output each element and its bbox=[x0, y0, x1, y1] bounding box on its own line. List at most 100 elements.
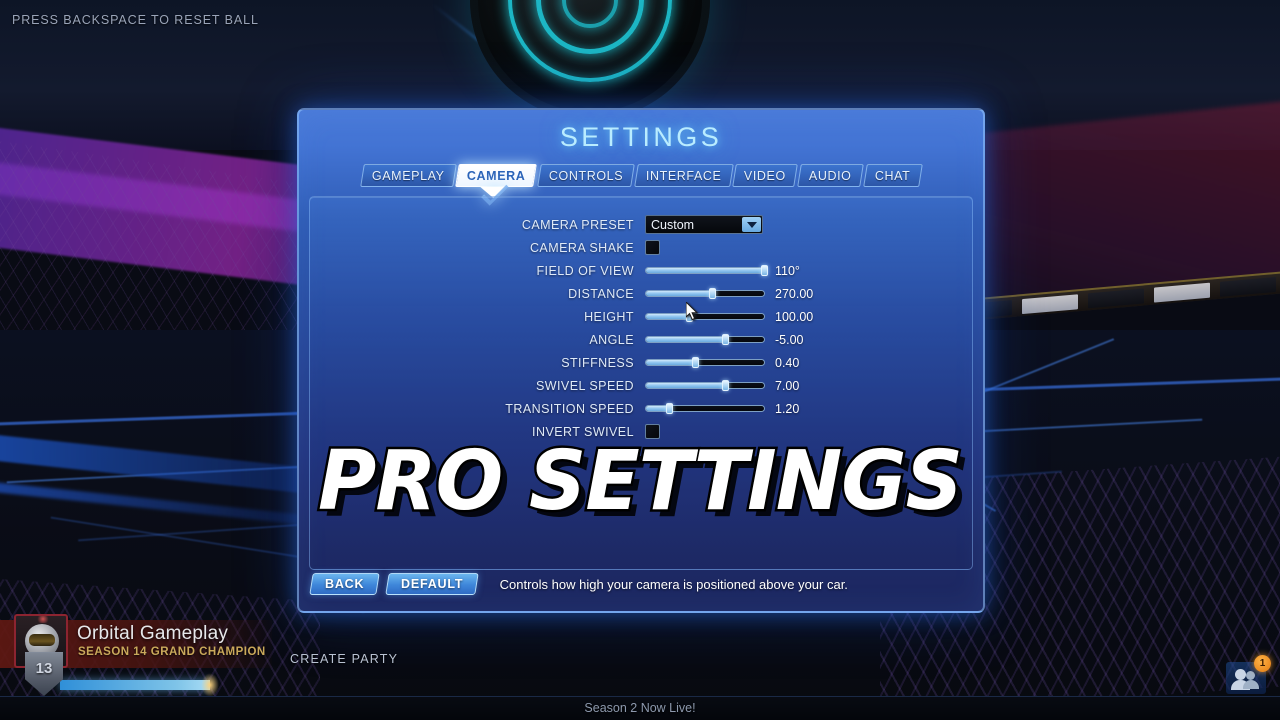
setting-control bbox=[645, 240, 660, 255]
slider-track bbox=[645, 405, 765, 412]
slider-handle[interactable] bbox=[686, 311, 694, 322]
default-button[interactable]: DEFAULT bbox=[385, 573, 480, 595]
setting-control: 110° bbox=[645, 264, 825, 278]
setting-label: FIELD OF VIEW bbox=[536, 263, 634, 278]
slider-value: 100.00 bbox=[775, 309, 814, 324]
setting-control: 1.20 bbox=[645, 402, 825, 416]
tab-label: CONTROLS bbox=[548, 168, 623, 183]
slider-fill bbox=[646, 291, 713, 296]
tab-label: AUDIO bbox=[809, 168, 852, 183]
settings-rows: CAMERA PRESET Custom CAMERA SHAKE FIELD OF … bbox=[310, 213, 972, 443]
slider-handle[interactable] bbox=[760, 265, 768, 276]
slider-value: -5.00 bbox=[775, 332, 804, 347]
tab-label: GAMEPLAY bbox=[371, 168, 445, 183]
setting-label: CAMERA PRESET bbox=[521, 217, 634, 232]
slider-distance[interactable] bbox=[645, 288, 765, 299]
slider-handle[interactable] bbox=[722, 380, 730, 391]
slider-swivel-speed[interactable] bbox=[645, 380, 765, 391]
friends-button[interactable]: 1 bbox=[1226, 655, 1271, 694]
setting-label: DISTANCE bbox=[568, 286, 634, 301]
setting-control: -5.00 bbox=[645, 333, 825, 347]
setting-description: Controls how high your camera is positio… bbox=[499, 576, 848, 592]
setting-row: FIELD OF VIEW 110° bbox=[310, 259, 972, 282]
tab-camera[interactable]: CAMERA bbox=[455, 164, 538, 198]
back-button[interactable]: BACK bbox=[309, 573, 381, 595]
setting-row: SWIVEL SPEED 7.00 bbox=[310, 374, 972, 397]
tab-label: VIDEO bbox=[744, 168, 787, 183]
player-name: Orbital Gameplay bbox=[77, 623, 229, 644]
settings-tabs: GAMEPLAY CAMERA CONTROLS INTERFACE VIDEO AUDI… bbox=[299, 164, 983, 198]
setting-row: ANGLE -5.00 bbox=[310, 328, 972, 351]
back-button-label: BACK bbox=[325, 577, 365, 591]
slider-track bbox=[645, 267, 765, 274]
season-status-text: Season 2 Now Live! bbox=[584, 701, 696, 715]
slider-track bbox=[645, 336, 765, 343]
setting-label: TRANSITION SPEED bbox=[505, 401, 634, 416]
tab-audio[interactable]: AUDIO bbox=[797, 164, 864, 187]
setting-label: SWIVEL SPEED bbox=[535, 378, 634, 393]
friends-badge-count: 1 bbox=[1259, 658, 1266, 669]
setting-label: CAMERA SHAKE bbox=[529, 240, 634, 255]
tab-label: INTERFACE bbox=[645, 168, 722, 183]
slider-value: 270.00 bbox=[775, 286, 814, 301]
slider-field-of-view[interactable] bbox=[645, 265, 768, 276]
reset-ball-hint: PRESS BACKSPACE TO RESET BALL bbox=[12, 13, 259, 27]
setting-label: STIFFNESS bbox=[561, 355, 634, 370]
tab-chat[interactable]: CHAT bbox=[863, 164, 923, 187]
slider-track bbox=[645, 290, 765, 297]
player-rank: SEASON 14 GRAND CHAMPION bbox=[78, 646, 266, 658]
slider-fill bbox=[646, 268, 763, 273]
setting-label: ANGLE bbox=[589, 332, 634, 347]
setting-control bbox=[645, 424, 660, 439]
status-bar: Season 2 Now Live! bbox=[0, 696, 1280, 720]
tab-video[interactable]: VIDEO bbox=[732, 164, 799, 187]
setting-row: INVERT SWIVEL bbox=[310, 420, 972, 443]
slider-height[interactable] bbox=[645, 311, 765, 322]
slider-value: 110° bbox=[775, 263, 800, 278]
slider-handle[interactable] bbox=[692, 357, 700, 368]
setting-control: Custom bbox=[645, 215, 763, 234]
slider-fill bbox=[646, 383, 726, 388]
slider-handle[interactable] bbox=[709, 288, 717, 299]
level-badge-value: 13 bbox=[35, 660, 53, 677]
slider-track bbox=[645, 313, 765, 320]
setting-row: CAMERA PRESET Custom bbox=[310, 213, 972, 236]
setting-row: CAMERA SHAKE bbox=[310, 236, 972, 259]
checkbox-invert-swivel[interactable] bbox=[645, 424, 660, 439]
chevron-down-icon[interactable] bbox=[742, 217, 761, 232]
slider-track bbox=[645, 359, 765, 366]
xp-progress-bar bbox=[60, 673, 219, 697]
setting-control: 270.00 bbox=[645, 287, 825, 301]
create-party-button[interactable]: CREATE PARTY bbox=[290, 652, 398, 666]
slider-angle[interactable] bbox=[645, 334, 765, 345]
setting-control: 0.40 bbox=[645, 356, 825, 370]
setting-control: 100.00 bbox=[645, 310, 825, 324]
settings-panel: SETTINGS GAMEPLAY CAMERA CONTROLS INTERFACE… bbox=[297, 108, 985, 613]
friends-icon bbox=[1235, 669, 1246, 680]
slider-value: 1.20 bbox=[775, 401, 800, 416]
default-button-label: DEFAULT bbox=[401, 577, 464, 591]
setting-control: 7.00 bbox=[645, 379, 825, 393]
setting-label: HEIGHT bbox=[584, 309, 634, 324]
tab-controls[interactable]: CONTROLS bbox=[536, 164, 635, 187]
slider-fill bbox=[646, 337, 726, 342]
slider-stiffness[interactable] bbox=[645, 357, 765, 368]
setting-row: TRANSITION SPEED 1.20 bbox=[310, 397, 972, 420]
slider-transition-speed[interactable] bbox=[645, 403, 765, 414]
tab-label: CHAT bbox=[874, 168, 911, 183]
slider-handle[interactable] bbox=[722, 334, 730, 345]
slider-track bbox=[645, 382, 765, 389]
slider-handle[interactable] bbox=[666, 403, 673, 414]
tab-interface[interactable]: INTERFACE bbox=[634, 164, 734, 187]
dropdown-value: Custom bbox=[651, 217, 695, 232]
setting-row: HEIGHT 100.00 bbox=[310, 305, 972, 328]
checkbox-camera-shake[interactable] bbox=[645, 240, 660, 255]
slider-fill bbox=[646, 314, 690, 319]
page-title: SETTINGS bbox=[559, 122, 723, 152]
setting-label: INVERT SWIVEL bbox=[532, 424, 634, 439]
camera-preset-dropdown[interactable]: Custom bbox=[645, 215, 763, 234]
settings-content: CAMERA PRESET Custom CAMERA SHAKE FIELD OF … bbox=[309, 196, 973, 570]
slider-value: 7.00 bbox=[775, 378, 800, 393]
slider-fill bbox=[646, 360, 696, 365]
tab-gameplay[interactable]: GAMEPLAY bbox=[359, 164, 456, 187]
